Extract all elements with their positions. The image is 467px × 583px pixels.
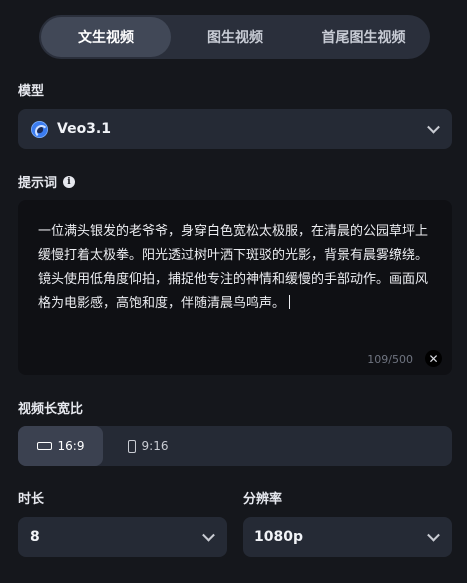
- prompt-label-row: 提示词 i: [18, 172, 76, 191]
- chevron-down-icon: [427, 528, 440, 542]
- prompt-text: 一位满头银发的老爷爷，身穿白色宽松太极服，在清晨的公园草坪上缓慢打着太极拳。阳光…: [38, 224, 429, 311]
- prompt-textarea[interactable]: 一位满头银发的老爷爷，身穿白色宽松太极服，在清晨的公园草坪上缓慢打着太极拳。阳光…: [18, 200, 452, 375]
- tab-image-to-video[interactable]: 图生视频: [171, 17, 299, 57]
- tab-text-to-video[interactable]: 文生视频: [41, 17, 171, 57]
- aspect-ratio-selector: 16:9 9:16: [18, 426, 452, 466]
- text-caret: [289, 295, 291, 309]
- prompt-label: 提示词: [18, 176, 58, 191]
- clear-prompt-button[interactable]: ✕: [425, 350, 442, 367]
- duration-select[interactable]: 8: [18, 517, 227, 557]
- chevron-down-icon: [427, 120, 440, 134]
- tab-first-last-frame-video[interactable]: 首尾图生视频: [299, 17, 428, 57]
- video-generation-panel: 文生视频 图生视频 首尾图生视频 模型 Veo3.1 提示词 i 一位满头银发的…: [0, 0, 467, 583]
- duration-label: 时长: [18, 492, 45, 507]
- resolution-select[interactable]: 1080p: [243, 517, 452, 557]
- info-icon[interactable]: i: [63, 175, 76, 188]
- model-value: Veo3.1: [57, 121, 111, 137]
- model-label: 模型: [18, 84, 45, 99]
- veo-logo-icon: [31, 120, 48, 138]
- portrait-ratio-icon: [127, 439, 136, 453]
- aspect-ratio-9-16-option[interactable]: 9:16: [103, 426, 193, 466]
- char-counter: 109/500: [367, 353, 413, 366]
- aspect-ratio-label: 视频长宽比: [18, 402, 84, 417]
- chevron-down-icon: [202, 528, 215, 542]
- resolution-label: 分辨率: [243, 492, 283, 507]
- aspect-ratio-9-16-label: 9:16: [141, 439, 169, 453]
- aspect-ratio-16-9-label: 16:9: [57, 439, 85, 453]
- duration-value: 8: [30, 529, 40, 545]
- resolution-value: 1080p: [254, 529, 303, 545]
- landscape-ratio-icon: [36, 442, 52, 450]
- prompt-text-wrap: 一位满头银发的老爷爷，身穿白色宽松太极服，在清晨的公园草坪上缓慢打着太极拳。阳光…: [38, 220, 434, 316]
- mode-tabs: 文生视频 图生视频 首尾图生视频: [39, 15, 430, 59]
- model-select[interactable]: Veo3.1: [18, 109, 452, 149]
- aspect-ratio-16-9-option[interactable]: 16:9: [18, 426, 103, 466]
